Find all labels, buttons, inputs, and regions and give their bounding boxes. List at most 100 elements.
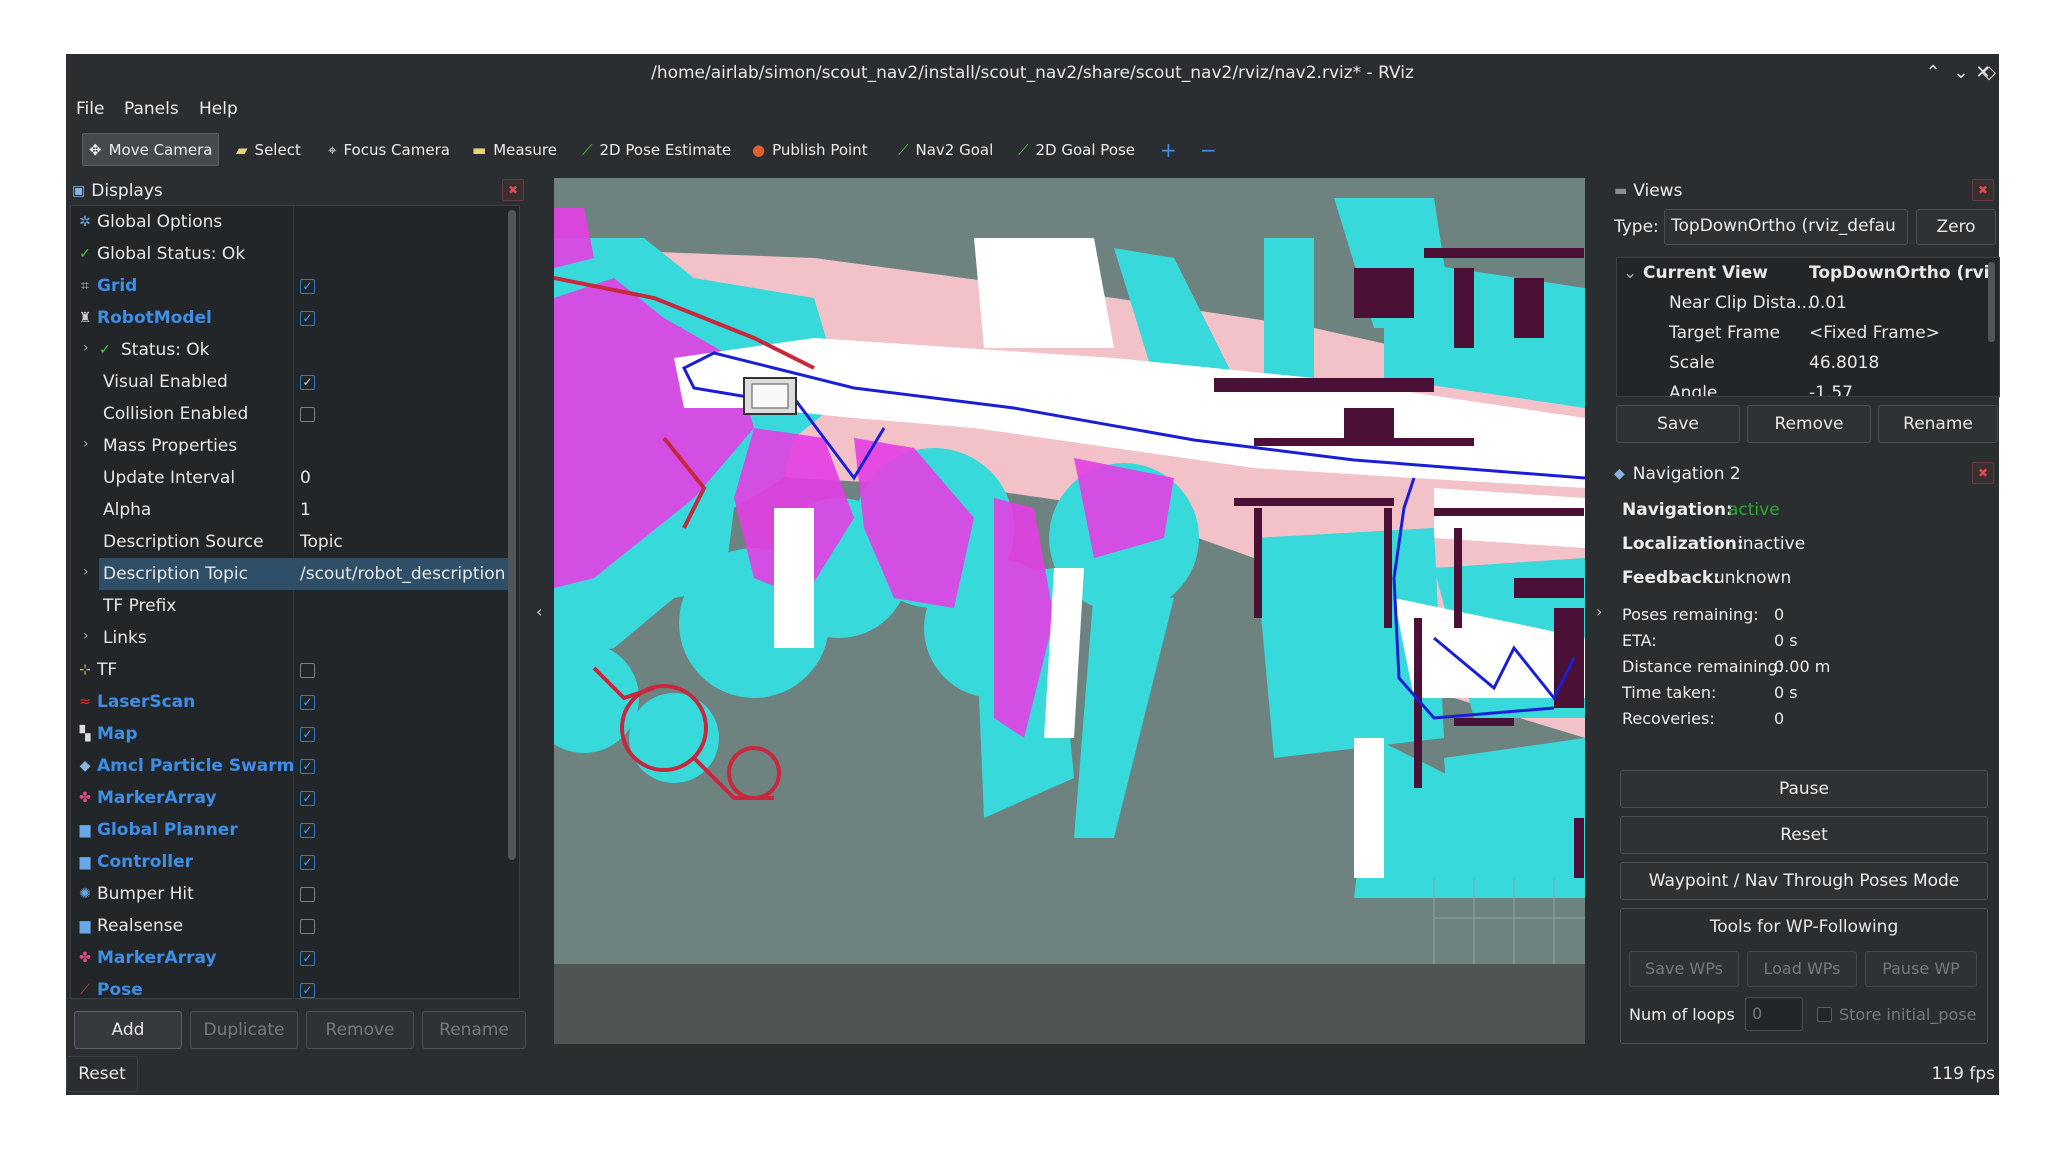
row-value[interactable]: /scout/robot_description: [300, 564, 505, 584]
save-view-button[interactable]: Save: [1616, 405, 1740, 443]
tree-row-global-planner[interactable]: ▆ Global Planner ✓: [71, 814, 511, 846]
row-value[interactable]: 0: [300, 468, 311, 488]
close-window-icon[interactable]: [1998, 60, 2024, 86]
tree-row-global-status[interactable]: ✓ Global Status: Ok: [71, 238, 511, 270]
view-prop-row[interactable]: Near Clip Dista... 0.01: [1617, 288, 1999, 318]
render-viewport[interactable]: [554, 178, 1585, 1044]
rename-view-button[interactable]: Rename: [1878, 405, 1998, 443]
waypoint-mode-button[interactable]: Waypoint / Nav Through Poses Mode: [1620, 862, 1988, 900]
keep-above-icon[interactable]: ⌃: [1920, 60, 1946, 86]
minimize-icon[interactable]: ⌄: [1948, 60, 1974, 86]
rename-display-button[interactable]: Rename: [422, 1011, 526, 1049]
tree-row-robotmodel[interactable]: ♜ RobotModel ✓: [71, 302, 511, 334]
tree-row-realsense[interactable]: ▆ Realsense: [71, 910, 511, 942]
controller-checkbox[interactable]: ✓: [300, 855, 315, 870]
view-prop-row[interactable]: Scale 46.8018: [1617, 348, 1999, 378]
close-icon[interactable]: ✕: [1972, 60, 1994, 86]
collapse-left-icon[interactable]: ‹: [536, 602, 542, 621]
tree-row-laserscan[interactable]: ≈ LaserScan ✓: [71, 686, 511, 718]
remove-view-button[interactable]: Remove: [1747, 405, 1871, 443]
view-prop-row[interactable]: Target Frame <Fixed Frame>: [1617, 318, 1999, 348]
pause-button[interactable]: Pause: [1620, 770, 1988, 808]
view-type-select[interactable]: TopDownOrtho (rviz_defau: [1664, 209, 1908, 245]
tree-row-global-options[interactable]: ✲ Global Options: [71, 206, 511, 238]
reset-button[interactable]: Reset: [66, 1056, 138, 1092]
current-view-row[interactable]: ⌄ Current View TopDownOrtho (rviz: [1617, 258, 1999, 288]
tree-row-description-topic[interactable]: › Description Topic /scout/robot_descrip…: [71, 558, 511, 590]
reset-nav-button[interactable]: Reset: [1620, 816, 1988, 854]
menu-file[interactable]: File: [76, 99, 104, 119]
markerarray-checkbox[interactable]: ✓: [300, 791, 315, 806]
expand-arrow-icon[interactable]: ›: [83, 564, 89, 580]
close-panel-icon[interactable]: ✖: [1972, 462, 1994, 484]
duplicate-display-button[interactable]: Duplicate: [190, 1011, 298, 1049]
menu-help[interactable]: Help: [199, 99, 238, 119]
add-tool-button[interactable]: +: [1154, 133, 1183, 166]
loops-input[interactable]: 0: [1745, 997, 1803, 1031]
tree-row-pose[interactable]: ⟋ Pose ✓: [71, 974, 511, 998]
tree-row-grid[interactable]: ⌗ Grid ✓: [71, 270, 511, 302]
amcl-checkbox[interactable]: ✓: [300, 759, 315, 774]
load-wps-button[interactable]: Load WPs: [1747, 951, 1857, 987]
expand-arrow-icon[interactable]: ›: [83, 436, 89, 452]
map-checkbox[interactable]: ✓: [300, 727, 315, 742]
markerarray-2-checkbox[interactable]: ✓: [300, 951, 315, 966]
tree-row-links[interactable]: › Links: [71, 622, 511, 654]
store-initial-pose-checkbox[interactable]: [1817, 1007, 1832, 1022]
tree-row-map[interactable]: ▚ Map ✓: [71, 718, 511, 750]
tree-row-mass-properties[interactable]: › Mass Properties: [71, 430, 511, 462]
tree-row-bumper-hit[interactable]: ✺ Bumper Hit: [71, 878, 511, 910]
view-prop-row[interactable]: Angle -1.57: [1617, 378, 1999, 396]
tool-2d-goal-pose[interactable]: ⟋ 2D Goal Pose: [1012, 133, 1141, 166]
pause-wp-button[interactable]: Pause WP: [1865, 951, 1977, 987]
prop-value[interactable]: <Fixed Frame>: [1809, 323, 1989, 343]
visual-enabled-checkbox[interactable]: ✓: [300, 375, 315, 390]
close-panel-icon[interactable]: ✖: [502, 179, 524, 201]
row-value[interactable]: Topic: [300, 532, 343, 552]
tool-select[interactable]: ▰ Select: [230, 133, 307, 166]
tf-checkbox[interactable]: [300, 663, 315, 678]
tool-publish-point[interactable]: ● Publish Point: [746, 133, 874, 166]
tree-row-markerarray[interactable]: ✤ MarkerArray ✓: [71, 782, 511, 814]
prop-value[interactable]: -1.57: [1809, 383, 1989, 396]
remove-tool-button[interactable]: −: [1194, 133, 1223, 166]
bumper-hit-checkbox[interactable]: [300, 887, 315, 902]
add-display-button[interactable]: Add: [74, 1011, 182, 1049]
tree-row-tf-prefix[interactable]: TF Prefix: [71, 590, 511, 622]
tool-measure[interactable]: ▬ Measure: [466, 133, 563, 166]
tool-focus-camera[interactable]: ⌖ Focus Camera: [322, 133, 456, 166]
remove-display-button[interactable]: Remove: [306, 1011, 414, 1049]
save-wps-button[interactable]: Save WPs: [1629, 951, 1739, 987]
tree-row-collision-enabled[interactable]: Collision Enabled: [71, 398, 511, 430]
collision-enabled-checkbox[interactable]: [300, 407, 315, 422]
tree-row-markerarray-2[interactable]: ✤ MarkerArray ✓: [71, 942, 511, 974]
tree-row-tf[interactable]: ⊹ TF: [71, 654, 511, 686]
collapse-arrow-icon[interactable]: ⌄: [1623, 263, 1637, 283]
tree-row-update-interval[interactable]: Update Interval 0: [71, 462, 511, 494]
tool-2d-pose-estimate[interactable]: ⟋ 2D Pose Estimate: [576, 133, 737, 166]
prop-value[interactable]: 46.8018: [1809, 353, 1989, 373]
tree-row-visual-enabled[interactable]: Visual Enabled ✓: [71, 366, 511, 398]
tree-row-controller[interactable]: ▆ Controller ✓: [71, 846, 511, 878]
grid-checkbox[interactable]: ✓: [300, 279, 315, 294]
close-panel-icon[interactable]: ✖: [1972, 179, 1994, 201]
pose-checkbox[interactable]: ✓: [300, 983, 315, 998]
tree-row-amcl-particle-swarm[interactable]: ◆ Amcl Particle Swarm ✓: [71, 750, 511, 782]
laserscan-checkbox[interactable]: ✓: [300, 695, 315, 710]
zero-button[interactable]: Zero: [1916, 209, 1996, 245]
tree-row-description-source[interactable]: Description Source Topic: [71, 526, 511, 558]
views-scrollbar[interactable]: [1988, 262, 1995, 342]
expand-arrow-icon[interactable]: ›: [83, 628, 89, 644]
robotmodel-checkbox[interactable]: ✓: [300, 311, 315, 326]
collapse-right-icon[interactable]: ›: [1596, 602, 1602, 621]
prop-value[interactable]: 0.01: [1809, 293, 1989, 313]
global-planner-checkbox[interactable]: ✓: [300, 823, 315, 838]
realsense-checkbox[interactable]: [300, 919, 315, 934]
menu-panels[interactable]: Panels: [124, 99, 179, 119]
tool-nav2-goal[interactable]: ⟋ Nav2 Goal: [892, 133, 999, 166]
tree-row-alpha[interactable]: Alpha 1: [71, 494, 511, 526]
tree-row-status[interactable]: › ✓ Status: Ok: [71, 334, 511, 366]
row-value[interactable]: 1: [300, 500, 311, 520]
expand-arrow-icon[interactable]: ›: [83, 340, 89, 356]
tool-move-camera[interactable]: ✥ Move Camera: [82, 133, 220, 166]
